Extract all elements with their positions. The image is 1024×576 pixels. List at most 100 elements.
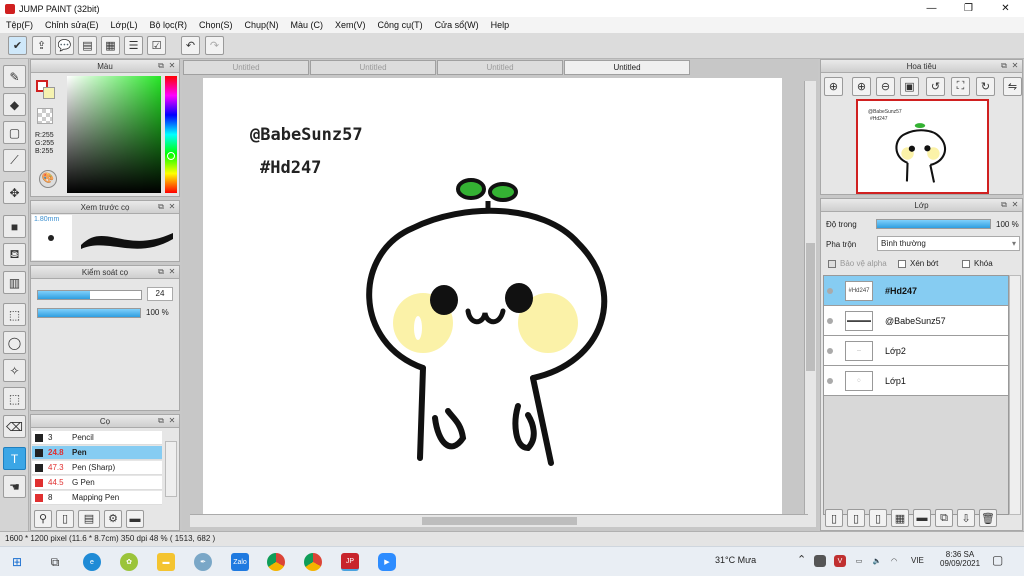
menu-layer[interactable]: Lớp(L) <box>111 20 138 30</box>
doc-tab[interactable]: Untitled <box>183 60 309 75</box>
layer-row-hd247[interactable]: #Hd247 #Hd247 <box>824 276 1008 306</box>
magic-wand-tool-icon[interactable]: ✧ <box>3 359 26 382</box>
redo-icon[interactable]: ↷ <box>205 36 224 55</box>
brush-item[interactable]: 47.3 Pen (Sharp) <box>32 461 162 475</box>
brush-add-icon[interactable]: ⚲ <box>34 509 52 528</box>
delete-layer-icon[interactable]: 🗑 <box>979 509 997 527</box>
checklist-icon[interactable]: ☑ <box>147 36 166 55</box>
close-icon[interactable]: ✕ <box>168 417 176 425</box>
clipping-checkbox[interactable]: Xén bớt <box>898 259 938 268</box>
hue-handle[interactable] <box>167 152 175 160</box>
tone-layer-icon[interactable]: ▦ <box>891 509 909 527</box>
brush-size-slider[interactable] <box>37 290 142 300</box>
app-icon-feather[interactable]: ✒ <box>194 553 212 571</box>
zoom-in-icon[interactable]: ⊕ <box>852 77 871 96</box>
menu-view[interactable]: Xem(V) <box>335 20 366 30</box>
layer-row-lop1[interactable]: ◌ Lớp1 <box>824 366 1008 396</box>
lasso-tool-icon[interactable]: ◯ <box>3 331 26 354</box>
weather-status[interactable]: 31°C Mưa <box>715 555 756 565</box>
bg-color-swatch[interactable] <box>43 87 55 99</box>
new-brush-icon[interactable]: ▯ <box>56 509 74 528</box>
brush-menu-icon[interactable]: ▤ <box>78 509 100 528</box>
gradient-tool-icon[interactable]: ▥ <box>3 271 26 294</box>
palette-icon[interactable]: 🎨 <box>39 170 57 188</box>
menu-select[interactable]: Chọn(S) <box>199 20 233 30</box>
menu-color[interactable]: Màu (C) <box>291 20 324 30</box>
zalo-icon[interactable]: Zalo <box>231 553 249 571</box>
network-icon[interactable]: ▭ <box>853 555 865 567</box>
edge-icon[interactable]: e <box>83 553 101 571</box>
blend-mode-select[interactable]: Bình thường ▾ <box>877 236 1020 251</box>
transparent-swatch[interactable] <box>37 108 53 124</box>
layer-list-scrollbar[interactable] <box>1009 275 1021 515</box>
layer-row-babesunz57[interactable]: ▬▬▬▬ @BabeSunz57 <box>824 306 1008 336</box>
menu-tools[interactable]: Công cụ(T) <box>378 20 423 30</box>
tray-app-icon[interactable] <box>814 555 826 567</box>
layer-row-lop2[interactable]: ·· Lớp2 <box>824 336 1008 366</box>
doc-tab[interactable]: Untitled <box>310 60 436 75</box>
merge-layer-icon[interactable]: ⇩ <box>957 509 975 527</box>
brush-item[interactable]: 44.5 G Pen <box>32 476 162 490</box>
rect-select-tool-icon[interactable]: ⬚ <box>3 303 26 326</box>
brush-size-input[interactable]: 24 <box>147 287 173 301</box>
volume-icon[interactable]: 🔈 <box>871 555 883 567</box>
close-icon[interactable]: ✕ <box>1011 201 1019 209</box>
hand-tool-icon[interactable]: ☚ <box>3 475 26 498</box>
comment-icon[interactable]: 💬 <box>55 36 74 55</box>
drawing-canvas[interactable]: @BabeSunz57 #Hd247 <box>203 78 782 514</box>
rotate-left-icon[interactable]: ↺ <box>926 77 945 96</box>
visibility-icon[interactable] <box>824 377 836 384</box>
flip-icon[interactable]: ⇋ <box>1003 77 1022 96</box>
share-icon[interactable]: ⇪ <box>32 36 51 55</box>
zoom-out-icon[interactable]: ⊖ <box>876 77 895 96</box>
fit-window-icon[interactable]: ⛶ <box>951 77 970 96</box>
brush-item[interactable]: 3 Pencil <box>32 431 162 445</box>
popout-icon[interactable]: ⧉ <box>157 417 165 425</box>
menu-filter[interactable]: Bộ lọc(R) <box>149 20 187 30</box>
navigator-thumbnail[interactable]: @BabeSunz57 #Hd247 <box>856 99 989 194</box>
notification-icon[interactable]: ▢ <box>992 553 1003 567</box>
close-icon[interactable]: ✕ <box>1011 62 1019 70</box>
undo-icon[interactable]: ↶ <box>181 36 200 55</box>
tray-overflow-icon[interactable]: ⌃ <box>797 553 806 566</box>
move-tool-icon[interactable]: ✥ <box>3 181 26 204</box>
doc-tab[interactable]: Untitled <box>437 60 563 75</box>
folder-icon[interactable]: ▬ <box>913 509 931 527</box>
line-tool-icon[interactable]: ⟋ <box>3 149 26 172</box>
popout-icon[interactable]: ⧉ <box>1000 62 1008 70</box>
language-indicator[interactable]: VIE <box>911 556 924 565</box>
visibility-icon[interactable] <box>824 347 836 354</box>
app-icon-green[interactable]: ✿ <box>120 553 138 571</box>
layer-opacity-slider[interactable] <box>876 219 991 229</box>
hue-slider[interactable] <box>165 76 177 193</box>
fill-rect-tool-icon[interactable]: ■ <box>3 215 26 238</box>
close-button[interactable]: ✕ <box>987 0 1024 17</box>
maximize-button[interactable]: ❐ <box>950 0 987 17</box>
duplicate-layer-icon[interactable]: ⧉ <box>935 509 953 527</box>
brush-tool-icon[interactable]: ✎ <box>3 65 26 88</box>
popout-icon[interactable]: ⧉ <box>1000 201 1008 209</box>
rotate-right-icon[interactable]: ↻ <box>976 77 995 96</box>
popout-icon[interactable]: ⧉ <box>157 203 165 211</box>
actual-size-icon[interactable]: ▣ <box>900 77 919 96</box>
popout-icon[interactable]: ⧉ <box>157 268 165 276</box>
sync-icon[interactable]: ✔ <box>8 36 27 55</box>
windows-start-icon[interactable]: ⊞ <box>8 553 26 571</box>
tray-v-icon[interactable]: V <box>834 555 846 567</box>
canvas-horizontal-scrollbar[interactable] <box>190 514 808 527</box>
text-tool-icon[interactable]: T <box>3 447 26 470</box>
visibility-icon[interactable] <box>824 317 836 324</box>
new-layer-icon[interactable]: ▯ <box>825 509 843 527</box>
wifi-icon[interactable]: ◠ <box>888 555 900 567</box>
saturation-picker[interactable] <box>67 76 161 193</box>
minimize-button[interactable]: — <box>913 0 950 17</box>
brush-list-scrollbar[interactable] <box>165 441 177 497</box>
menu-capture[interactable]: Chụp(N) <box>245 20 279 30</box>
eraser-tool-icon[interactable]: ◆ <box>3 93 26 116</box>
doc-tab-active[interactable]: Untitled <box>564 60 690 75</box>
close-icon[interactable]: ✕ <box>168 268 176 276</box>
file-explorer-icon[interactable]: ▬ <box>157 553 175 571</box>
zoom-icon[interactable]: ▶ <box>378 553 396 571</box>
brush-item-selected[interactable]: 24.8 Pen <box>32 446 162 460</box>
brush-folder-icon[interactable]: ▬ <box>126 509 144 528</box>
